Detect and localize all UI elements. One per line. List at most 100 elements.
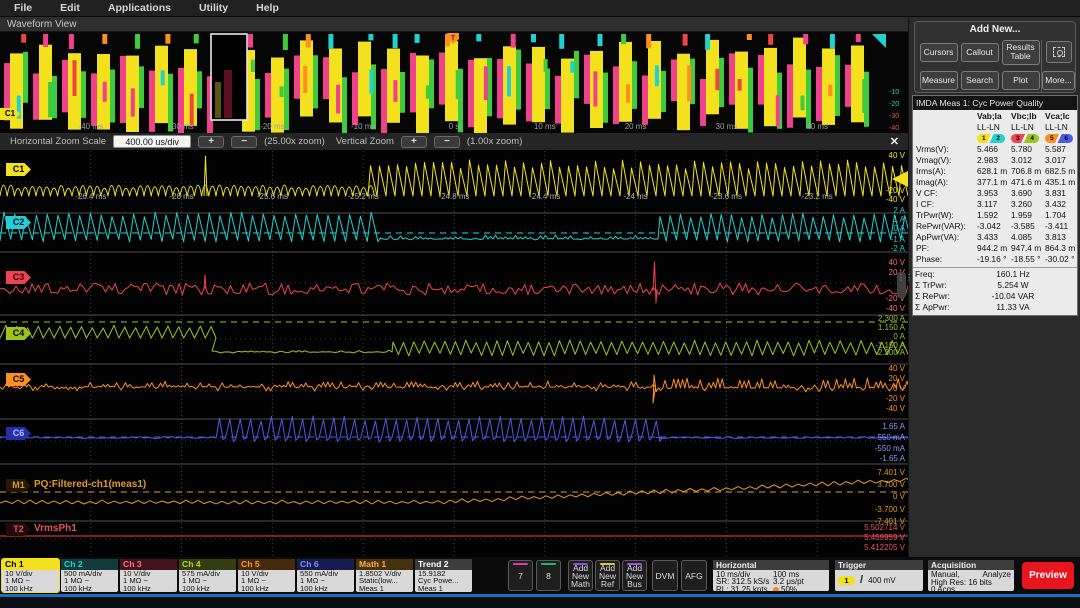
trend2-trace-label: VrmsPh1 [34, 523, 77, 534]
overview-burst [400, 72, 405, 113]
badge-body: 550 mA/div1 MΩ ~100 kHz [297, 570, 354, 592]
meas-value: 3.953 [977, 188, 1011, 199]
channel-pair-badge: 56 [1045, 134, 1073, 143]
badge-row: 100 kHz [64, 585, 118, 592]
badge-trend2[interactable]: Trend 215.9182Cyc Powe...Meas 1 [415, 559, 472, 592]
scale-label-c1: 40 V [847, 152, 905, 160]
plot-button[interactable]: Plot [1002, 71, 1040, 90]
overview-right-marker [872, 34, 886, 48]
acquisition-panel[interactable]: Acquisition Manual,Analyze High Res: 16 … [928, 560, 1014, 591]
overview-burst [369, 70, 373, 94]
scale-label-c3: -40 V [847, 305, 905, 313]
panel-drag-handle[interactable]: ⋮⋮ [897, 272, 906, 298]
scale-label-c6: 1.65 A [847, 423, 905, 431]
more-button[interactable]: More... [1042, 71, 1075, 90]
badge-ch3[interactable]: Ch 310 V/div1 MΩ ~100 kHz [120, 559, 177, 592]
waveform-view-tab[interactable]: Waveform View [0, 17, 908, 32]
menu-edit[interactable]: Edit [60, 2, 80, 14]
overview-burst [323, 57, 329, 99]
badge-body: 1.8502 V/divStatic(low...Meas 1 [356, 570, 413, 592]
badge-ch5[interactable]: Ch 510 V/div1 MΩ ~100 kHz [238, 559, 295, 592]
button-label: DVM [656, 572, 675, 580]
overview-burst [62, 60, 68, 113]
menu-help[interactable]: Help [256, 2, 279, 14]
overview-waveform-panel[interactable]: T-10-20-30-40-40 ms-30 ms-20 ms-10 ms0 s… [0, 32, 908, 133]
badge-row: Meas 1 [418, 585, 472, 592]
meas-summary-label: Freq: [915, 269, 977, 280]
menu-applications[interactable]: Applications [108, 2, 171, 14]
measurement-summary: Freq:160.1 HzΣ TrPwr:5.254 WΣ RePwr:-10.… [913, 267, 1077, 315]
scale-label-t2: 5.459959 V [847, 534, 905, 542]
overview-burst [705, 34, 710, 50]
overview-burst [806, 70, 811, 129]
overview-burst [328, 34, 333, 49]
badge-ch1[interactable]: Ch 110 V/div1 MΩ ~100 kHz [2, 559, 59, 592]
pair-num: 2 [996, 134, 1000, 143]
digital-channel-8-button[interactable]: 8 [536, 560, 561, 591]
main-time-label: -26 ms [169, 192, 193, 201]
overview-burst [700, 79, 706, 126]
overview-burst [835, 55, 840, 116]
meas-col-sub: LL-LN [1045, 122, 1079, 133]
overview-burst [284, 69, 289, 130]
meas-summary-value: 5.254 W [977, 280, 1077, 291]
overview-scale-label: -20 [889, 101, 899, 108]
digital-channel-7-button[interactable]: 7 [508, 560, 533, 591]
cursors-button[interactable]: Cursors [920, 43, 958, 62]
overview-burst [43, 34, 48, 47]
callout-button[interactable]: Callout [961, 43, 999, 62]
horizontal-zoom-minus-button[interactable]: − [231, 136, 257, 148]
overview-burst [776, 95, 780, 126]
meas-value: 3.432 [1045, 199, 1079, 210]
main-waveform-panel[interactable]: -26.4 ms-26 ms-25.6 ms-25.2 ms-24.8 ms-2… [0, 151, 908, 557]
horizontal-panel[interactable]: Horizontal 10 ms/div100 msSR: 312.5 kS/s… [713, 560, 829, 591]
overview-burst [280, 86, 284, 97]
meas-value: 944.2 m [977, 243, 1011, 254]
button-label: AFG [685, 572, 702, 580]
horizontal-cell: 50% [773, 586, 826, 591]
menu-utility[interactable]: Utility [199, 2, 228, 14]
afg-button[interactable]: AFG [681, 560, 707, 591]
meas-value: 435.1 m [1045, 177, 1079, 188]
main-time-label: -26.4 ms [75, 192, 106, 201]
close-icon[interactable]: ✕ [890, 135, 899, 148]
measure-button[interactable]: Measure [920, 71, 958, 90]
badge-ch6[interactable]: Ch 6550 mA/div1 MΩ ~100 kHz [297, 559, 354, 592]
search-button[interactable]: Search [961, 71, 999, 90]
preview-button[interactable]: Preview [1022, 562, 1074, 589]
dvm-button[interactable]: DVM [652, 560, 678, 591]
results-table-button[interactable]: Results Table [1002, 40, 1040, 65]
add-new-ref-button[interactable]: AddNewRef [595, 560, 620, 591]
overview-burst [52, 76, 57, 118]
badge-row: 100 kHz [241, 585, 295, 592]
zoom-select-button[interactable] [1046, 41, 1072, 63]
overview-burst [313, 55, 318, 108]
horizontal-zoom-scale-input[interactable]: 400.00 us/div [113, 135, 191, 148]
meas-row-label: I CF: [915, 199, 977, 210]
badge-row: 100 kHz [182, 585, 236, 592]
badge-math1[interactable]: Math 11.8502 V/divStatic(low...Meas 1 [356, 559, 413, 592]
add-new-math-button[interactable]: AddNewMath [568, 560, 593, 591]
meas-summary-value: 11.33 VA [977, 302, 1077, 313]
meas-col-sub: LL-LN [1011, 122, 1045, 133]
badge-ch2[interactable]: Ch 2500 mA/div1 MΩ ~100 kHz [61, 559, 118, 592]
scale-label-c6: -550 mA [847, 445, 905, 453]
overview-burst [336, 85, 340, 114]
menu-file[interactable]: File [14, 2, 32, 14]
vertical-zoom-plus-button[interactable]: + [401, 136, 427, 148]
meas-value: 5.466 [977, 144, 1011, 155]
overview-burst [139, 66, 144, 108]
horizontal-zoom-plus-button[interactable]: + [198, 136, 224, 148]
meas-pair-cell: 34 [1011, 133, 1045, 144]
overview-burst [410, 53, 416, 112]
meas-value: 3.690 [1011, 188, 1045, 199]
vertical-zoom-minus-button[interactable]: − [434, 136, 460, 148]
add-new-bus-button[interactable]: AddNewBus [622, 560, 647, 591]
overview-burst [103, 82, 107, 102]
meas-value: 3.813 [1045, 232, 1079, 243]
measurement-results-table[interactable]: IMDA Meas 1: Cyc Power Quality Vab;IaVbc… [912, 95, 1078, 316]
overview-burst [73, 60, 77, 96]
badge-ch4[interactable]: Ch 4575 mA/div1 MΩ ~100 kHz [179, 559, 236, 592]
meas-pair-cell: 12 [977, 133, 1011, 144]
trigger-panel[interactable]: Trigger 1 / 400 mV [835, 560, 923, 591]
